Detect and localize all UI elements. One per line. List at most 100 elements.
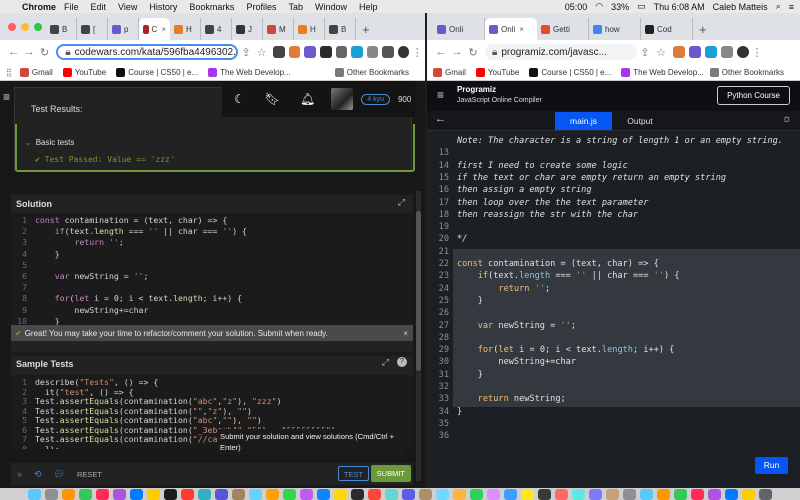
dock-app-icon[interactable] [181,488,194,500]
wifi-icon[interactable]: ◠ [595,1,603,12]
fullscreen-icon[interactable]: ⤢ [398,197,405,208]
browser-tab[interactable]: Onli [433,18,485,40]
dock-app-icon[interactable] [436,488,449,500]
vimeo-icon[interactable] [705,46,717,58]
dock-app-icon[interactable] [640,488,653,500]
hamburger-menu-icon[interactable]: ≡ [3,90,10,104]
other-bookmarks[interactable]: Other Bookmarks [709,67,784,77]
dock-app-icon[interactable] [402,488,415,500]
menubar-clock[interactable]: Thu 6:08 AM [654,2,705,12]
dock-app-icon[interactable] [130,488,143,500]
bookmark-icon[interactable]: 🔖︎ [265,92,280,106]
extension-icon[interactable] [273,46,285,58]
moon-icon[interactable]: ☾ [234,92,245,106]
fullscreen-icon[interactable]: ⤢ [382,357,389,368]
dock-app-icon[interactable] [385,488,398,500]
code-editor[interactable]: Note: The character is a string of lengt… [427,131,800,488]
dock-app-icon[interactable] [487,488,500,500]
dock-app-icon[interactable] [317,488,330,500]
scroll-thumb[interactable] [416,211,421,371]
other-bookmarks[interactable]: Other Bookmarks [334,67,409,77]
dock-app-icon[interactable] [691,488,704,500]
dock-app-icon[interactable] [453,488,466,500]
extension-icon[interactable] [721,46,733,58]
control-center-icon[interactable]: ≡ [789,2,794,12]
dock-app-icon[interactable] [113,488,126,500]
dock-app-icon[interactable] [62,488,75,500]
bell-icon[interactable]: 🔔︎ [300,92,315,106]
submit-button[interactable]: SUBMIT [370,465,411,482]
honor-count[interactable]: 900 [398,95,411,104]
browser-tab[interactable]: J [232,18,263,40]
programiz-brand[interactable]: Programiz [457,85,496,94]
share-icon[interactable]: ⇪ [238,46,253,59]
dock-app-icon[interactable] [96,488,109,500]
extension-icon[interactable] [366,46,379,58]
more-menu-icon[interactable]: ⋮ [409,46,424,59]
scroll-track[interactable] [416,191,421,481]
bookmark-web-developer[interactable]: The Web Develop... [208,67,291,77]
basic-tests-group[interactable]: ⌄ Basic tests [25,138,74,147]
dock-app-icon[interactable] [674,488,687,500]
dock-app-icon[interactable] [232,488,245,500]
profile-avatar-icon[interactable] [737,46,749,58]
browser-tab[interactable]: Cod [641,18,693,40]
dock-app-icon[interactable] [623,488,636,500]
search-icon[interactable]: ⌕ [776,1,781,12]
app-menu[interactable]: Chrome [22,2,56,12]
menu-help[interactable]: Help [359,2,378,12]
menu-edit[interactable]: Edit [91,2,107,12]
forward-icon[interactable]: → [21,46,36,58]
vimeo-icon[interactable] [351,46,363,58]
bookmark-gmail[interactable]: Gmail [19,67,53,77]
tab-output[interactable]: Output [614,112,666,130]
dock-app-icon[interactable] [198,488,211,500]
rank-badge[interactable]: 4 kyu [361,93,390,105]
run-button[interactable]: Run [755,457,788,474]
dock-app-icon[interactable] [334,488,347,500]
dock-app-icon[interactable] [470,488,483,500]
browser-tab[interactable]: B [46,18,77,40]
refresh-icon[interactable]: ⟲ [34,469,42,480]
bookmark-cs50[interactable]: Course | CS50 | e... [116,67,198,77]
fast-forward-icon[interactable]: » [17,469,22,479]
menu-window[interactable]: Window [315,2,347,12]
dock-app-icon[interactable] [368,488,381,500]
browser-tab[interactable]: H [170,18,201,40]
dock-app-icon[interactable] [742,488,755,500]
bookmark-star-icon[interactable]: ☆ [653,46,669,59]
dock-app-icon[interactable] [266,488,279,500]
bookmark-star-icon[interactable]: ☆ [254,46,269,59]
dock-app-icon[interactable] [215,488,228,500]
reload-icon[interactable]: ↻ [465,46,481,59]
browser-tab[interactable]: how [589,18,641,40]
dock-app-icon[interactable] [521,488,534,500]
dock-app-icon[interactable] [419,488,432,500]
reload-icon[interactable]: ↻ [37,46,52,59]
test-button[interactable]: TEST [337,466,369,481]
dock-app-icon[interactable] [606,488,619,500]
bookmark-youtube[interactable]: YouTube [475,67,519,77]
browser-tab[interactable]: B [325,18,356,40]
close-icon[interactable]: × [403,329,408,338]
menu-profiles[interactable]: Profiles [246,2,276,12]
dock-app-icon[interactable] [708,488,721,500]
browser-tab[interactable]: 4 [201,18,232,40]
dock-app-icon[interactable] [300,488,313,500]
extension-icon[interactable] [382,46,394,58]
dock-app-icon[interactable] [589,488,602,500]
dock-app-icon[interactable] [555,488,568,500]
hamburger-menu-icon[interactable]: ≡ [437,88,444,102]
address-bar[interactable]: 🔒︎ programiz.com/javasc... [485,44,637,60]
dock-app-icon[interactable] [283,488,296,500]
forward-icon[interactable]: → [449,46,465,58]
browser-tab[interactable]: [ [77,18,108,40]
bookmark-youtube[interactable]: YouTube [62,67,106,77]
dock-app-icon[interactable] [504,488,517,500]
back-arrow-icon[interactable]: ← [435,113,446,125]
dock-app-icon[interactable] [572,488,585,500]
menu-bookmarks[interactable]: Bookmarks [189,2,234,12]
browser-tab[interactable]: p [108,18,139,40]
browser-tab[interactable]: C × [139,18,170,40]
dock-app-icon[interactable] [351,488,364,500]
